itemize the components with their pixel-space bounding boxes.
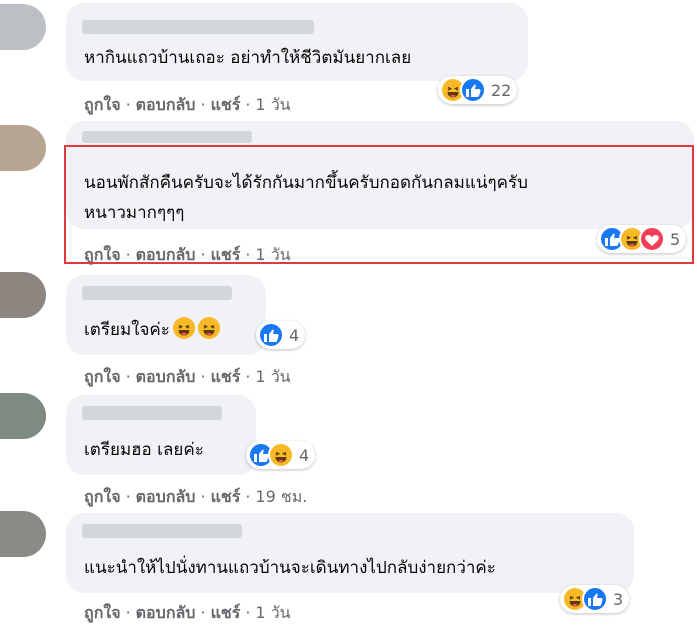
comment-text: เตรียมใจค่ะ (84, 315, 220, 345)
comment-bubble: หากินแถวบ้านเถอะ อย่าทำให้ชีวิตมันยากเลย (66, 3, 528, 81)
timestamp[interactable]: 1 วัน (255, 367, 290, 386)
share-link[interactable]: แชร์ (211, 487, 241, 506)
separator: · (245, 95, 251, 114)
share-link[interactable]: แชร์ (211, 367, 241, 386)
like-link[interactable]: ถูกใจ (84, 603, 121, 622)
commenter-avatar[interactable] (0, 4, 46, 50)
haha-icon (268, 442, 294, 468)
blurred-commenter-name[interactable] (82, 131, 252, 143)
comment-bubble: เตรียมฮอ เลยค่ะ (66, 395, 256, 475)
separator: · (200, 487, 206, 506)
like-icon (460, 77, 486, 103)
reaction-summary[interactable]: 3 (560, 585, 630, 613)
reply-link[interactable]: ตอบกลับ (136, 603, 196, 622)
separator: · (125, 487, 131, 506)
separator: · (200, 603, 206, 622)
like-icon (258, 322, 284, 348)
like-link[interactable]: ถูกใจ (84, 367, 121, 386)
commenter-avatar[interactable] (0, 511, 46, 557)
comment-actions: ถูกใจ · ตอบกลับ · แชร์ · 19 ชม. (84, 485, 307, 510)
reaction-count: 22 (491, 80, 512, 100)
timestamp[interactable]: 19 ชม. (255, 487, 307, 506)
reply-link[interactable]: ตอบกลับ (136, 367, 196, 386)
comment-actions: ถูกใจ · ตอบกลับ · แชร์ · 1 วัน (84, 365, 291, 390)
comment-text-content: เตรียมใจค่ะ (84, 320, 170, 340)
commenter-avatar[interactable] (0, 125, 46, 171)
blurred-commenter-name[interactable] (82, 524, 242, 538)
blurred-commenter-name[interactable] (82, 286, 232, 300)
separator: · (245, 603, 251, 622)
comment-actions: ถูกใจ · ตอบกลับ · แชร์ · 1 วัน (84, 601, 291, 626)
reply-link[interactable]: ตอบกลับ (136, 487, 196, 506)
reply-link[interactable]: ตอบกลับ (136, 95, 196, 114)
separator: · (125, 367, 131, 386)
blurred-commenter-name[interactable] (82, 20, 314, 34)
commenter-avatar[interactable] (0, 393, 46, 439)
timestamp[interactable]: 1 วัน (255, 603, 290, 622)
reaction-summary[interactable]: 4 (256, 321, 306, 349)
separator: · (125, 603, 131, 622)
commenter-avatar[interactable] (0, 272, 46, 318)
reaction-summary[interactable]: 4 (246, 441, 316, 469)
comment-text: หากินแถวบ้านเถอะ อย่าทำให้ชีวิตมันยากเลย (84, 48, 412, 68)
reaction-count: 4 (299, 445, 310, 465)
comment-text: เตรียมฮอ เลยค่ะ (84, 440, 204, 460)
reaction-count: 3 (613, 589, 624, 609)
timestamp[interactable]: 1 วัน (255, 95, 290, 114)
like-link[interactable]: ถูกใจ (84, 487, 121, 506)
comment-text: แนะนำให้ไปนั่งทานแถวบ้านจะเดินทางไปกลับง… (84, 558, 496, 578)
like-link[interactable]: ถูกใจ (84, 95, 121, 114)
separator: · (245, 487, 251, 506)
separator: · (245, 367, 251, 386)
grinning-squint-emoji-icon (197, 317, 220, 339)
reaction-count: 4 (289, 325, 300, 345)
separator: · (200, 95, 206, 114)
separator: · (125, 95, 131, 114)
separator: · (200, 367, 206, 386)
comment-bubble: แนะนำให้ไปนั่งทานแถวบ้านจะเดินทางไปกลับง… (66, 513, 634, 593)
highlight-box (64, 145, 694, 264)
like-icon (582, 586, 608, 612)
blurred-commenter-name[interactable] (82, 406, 222, 420)
rolling-laughing-emoji-icon (172, 317, 195, 339)
comment-actions: ถูกใจ · ตอบกลับ · แชร์ · 1 วัน (84, 93, 291, 118)
reaction-summary[interactable]: 22 (438, 76, 518, 104)
share-link[interactable]: แชร์ (211, 95, 241, 114)
share-link[interactable]: แชร์ (211, 603, 241, 622)
comment-bubble: เตรียมใจค่ะ (66, 275, 266, 355)
